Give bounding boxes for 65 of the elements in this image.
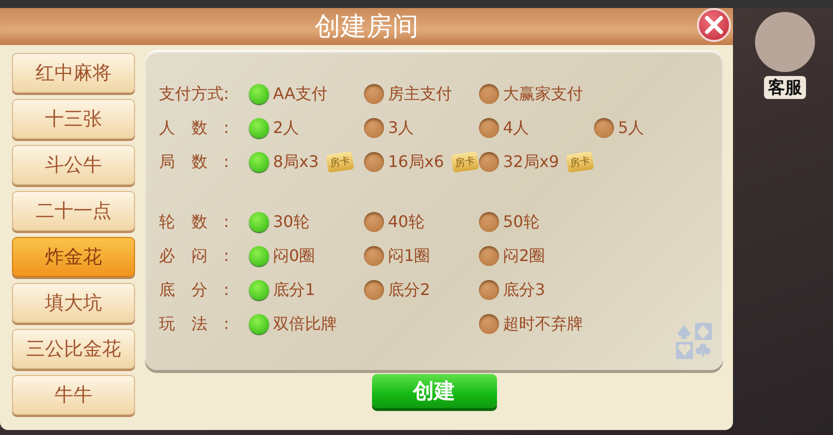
option-text: 闷0圈 — [273, 246, 316, 266]
option-label: 底分: — [159, 280, 229, 300]
option-text: 40轮 — [388, 212, 424, 232]
game-tab[interactable]: 红中麻将 — [12, 53, 135, 93]
option-label: 支付方式: — [159, 84, 229, 104]
game-tab[interactable]: 牛牛 — [12, 375, 135, 415]
create-button[interactable]: 创建 — [372, 374, 496, 408]
close-icon — [704, 15, 724, 35]
option-label: 轮数: — [159, 212, 229, 232]
radio-button[interactable] — [479, 152, 499, 172]
option-text: 底分1 — [273, 280, 316, 300]
option-text: 房主支付 — [388, 84, 452, 104]
radio-button[interactable] — [249, 314, 269, 334]
radio-button[interactable] — [249, 84, 269, 104]
radio-button[interactable] — [479, 84, 499, 104]
option-text: 底分2 — [388, 280, 430, 300]
radio-button[interactable] — [364, 246, 384, 266]
option-label: 人数: — [159, 118, 229, 138]
radio-button[interactable] — [364, 212, 384, 232]
radio-button[interactable] — [249, 152, 269, 172]
option-text: 30轮 — [273, 212, 310, 232]
option-label: 局数: — [159, 152, 229, 172]
option-text: 16局x6 — [388, 152, 444, 172]
radio-button[interactable] — [249, 246, 269, 266]
option-text: 50轮 — [503, 212, 540, 232]
game-tab[interactable]: 三公比金花 — [12, 329, 135, 369]
option-text: 2人 — [273, 118, 300, 138]
radio-button[interactable] — [249, 280, 269, 300]
option-text: 8局x3 — [273, 152, 319, 172]
support-label[interactable]: 客服 — [764, 76, 806, 99]
radio-button[interactable] — [479, 314, 499, 334]
dialog-title: 创建房间 — [314, 11, 418, 44]
room-card-icon: 房卡 — [450, 151, 480, 173]
option-text: 闷2圈 — [503, 246, 546, 266]
game-tab[interactable]: 二十一点 — [12, 191, 135, 231]
option-text: 32局x9 — [503, 152, 560, 172]
option-text: 4人 — [503, 118, 530, 138]
room-card-icon: 房卡 — [566, 151, 594, 173]
option-text: 双倍比牌 — [273, 314, 337, 334]
radio-button[interactable] — [364, 118, 384, 138]
radio-button[interactable] — [249, 212, 269, 232]
option-label: 玩法: — [159, 314, 229, 334]
card-suits-icon — [675, 322, 713, 360]
game-tab[interactable]: 填大坑 — [12, 283, 135, 323]
option-text: AA支付 — [273, 84, 328, 104]
option-text: 闷1圈 — [388, 246, 430, 266]
radio-button[interactable] — [479, 246, 499, 266]
game-tab[interactable]: 炸金花 — [12, 237, 135, 277]
option-text: 超时不弃牌 — [503, 314, 583, 334]
option-text: 底分3 — [503, 280, 546, 300]
game-tab[interactable]: 十三张 — [12, 99, 135, 139]
option-text: 大赢家支付 — [503, 84, 583, 104]
radio-button[interactable] — [364, 152, 384, 172]
option-label: 必闷: — [159, 246, 229, 266]
radio-button[interactable] — [479, 118, 499, 138]
option-text: 3人 — [388, 118, 414, 138]
game-tab[interactable]: 斗公牛 — [12, 145, 135, 185]
radio-button[interactable] — [594, 118, 614, 138]
room-card-icon: 房卡 — [326, 151, 354, 173]
radio-button[interactable] — [249, 118, 269, 138]
radio-button[interactable] — [479, 280, 499, 300]
radio-button[interactable] — [364, 84, 384, 104]
option-text: 5人 — [618, 118, 644, 138]
radio-button[interactable] — [479, 212, 499, 232]
radio-button[interactable] — [364, 280, 384, 300]
